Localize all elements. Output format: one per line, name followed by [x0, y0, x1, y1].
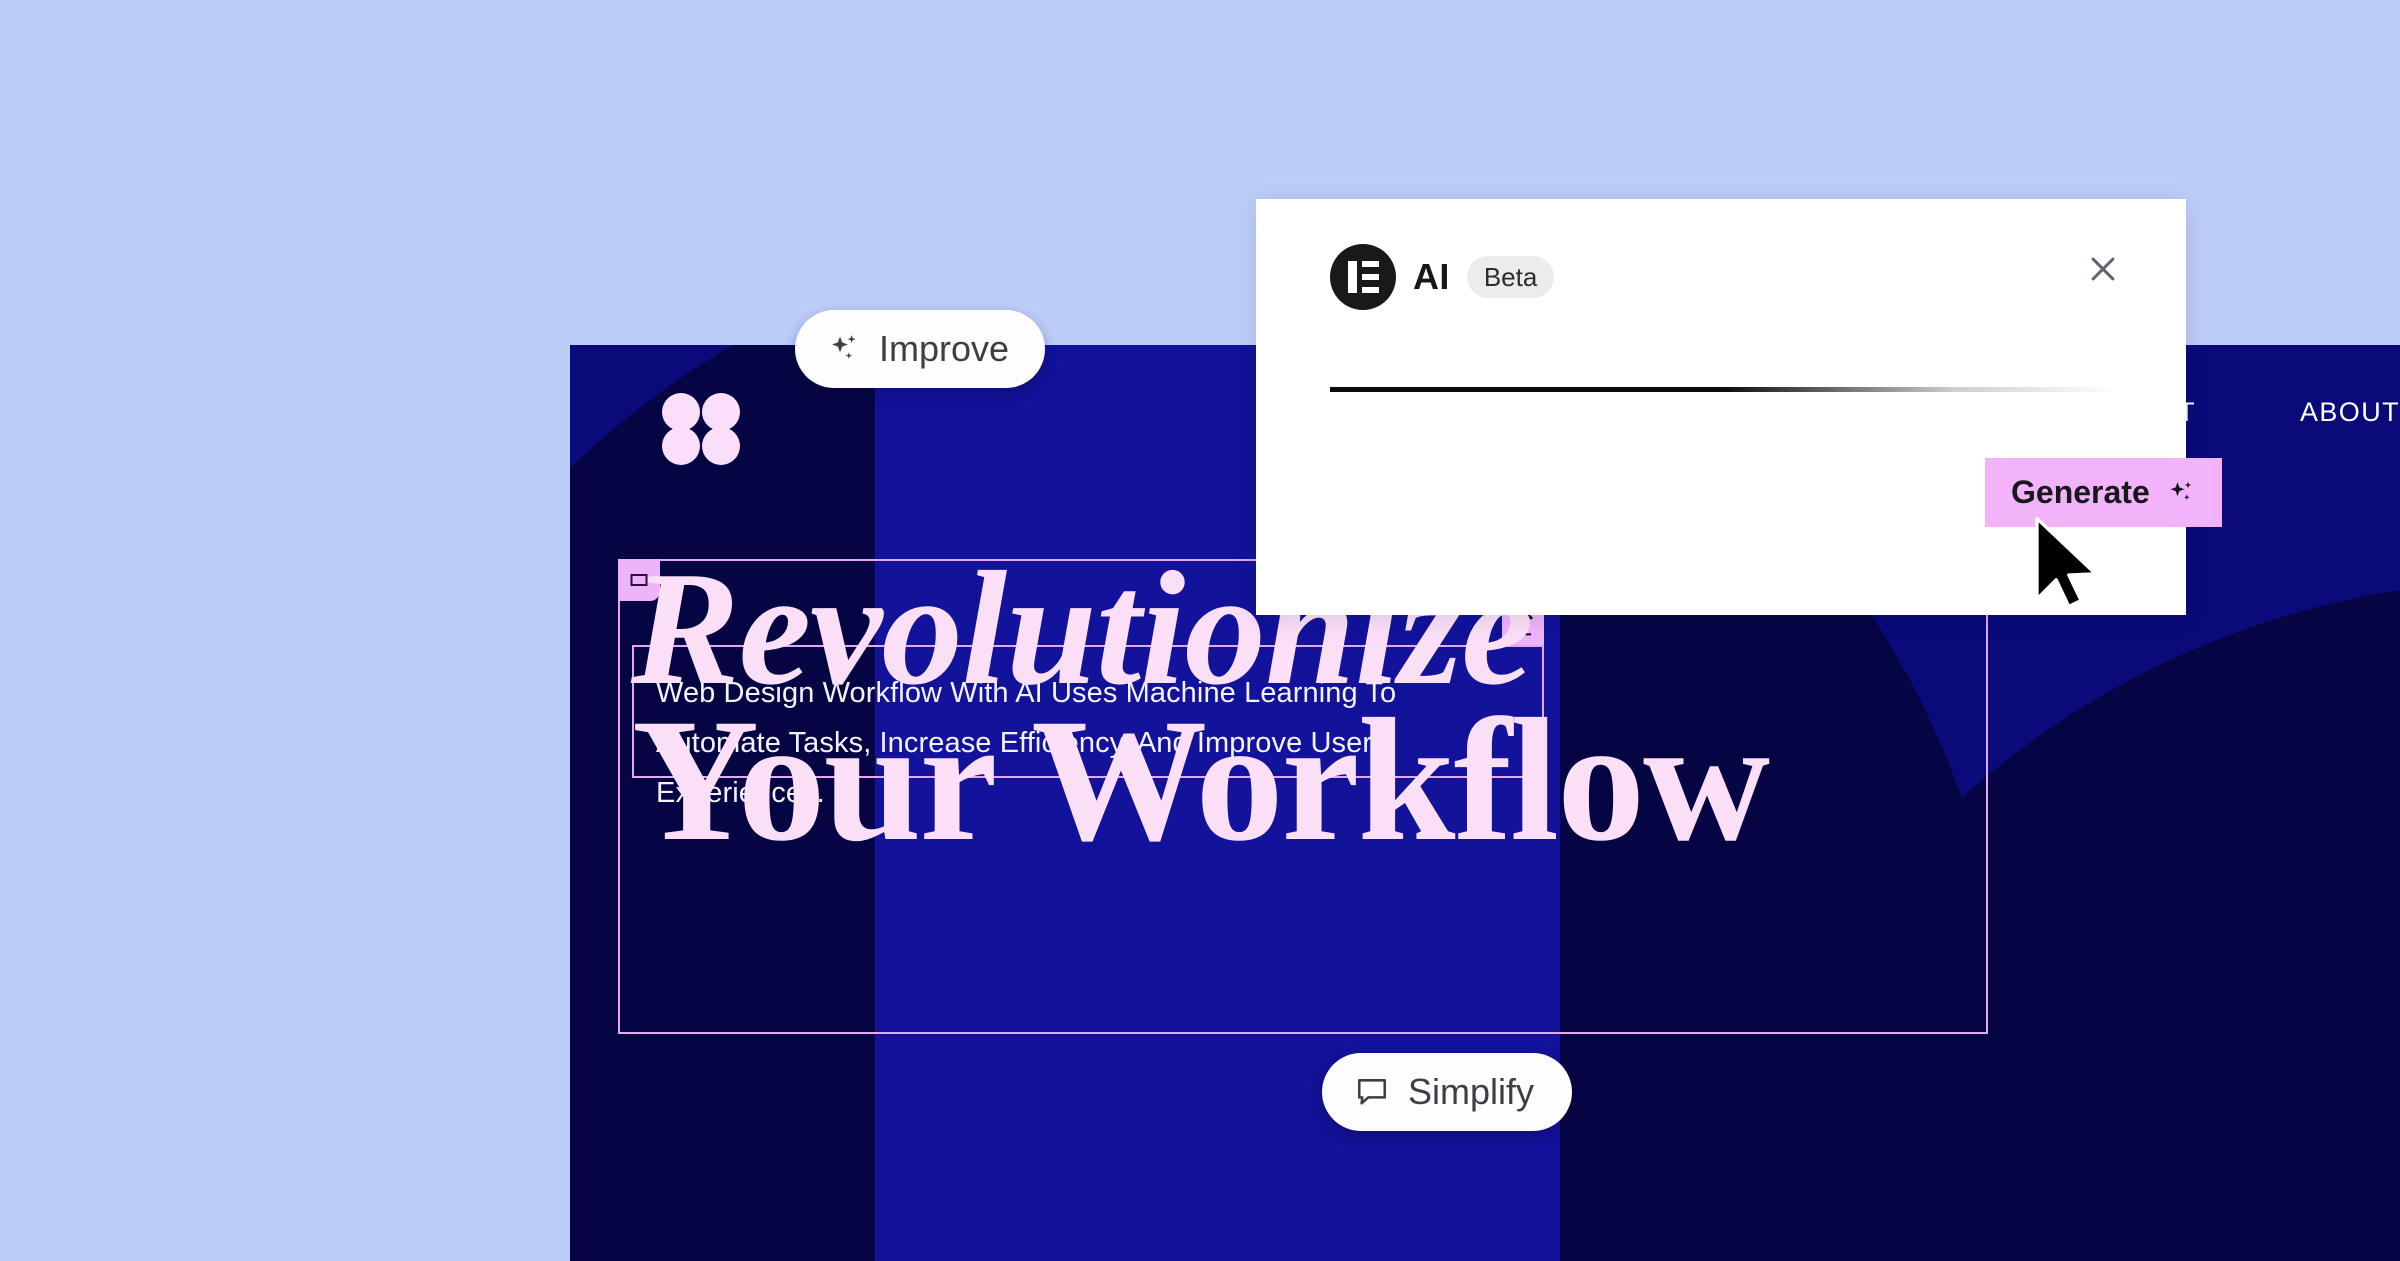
container-handle[interactable] [618, 559, 660, 601]
ai-panel: AI Beta Generate [1256, 199, 2222, 615]
improve-button-label: Improve [879, 328, 1010, 369]
logo-bar-vertical [1348, 261, 1357, 293]
ai-panel-title: AI [1413, 256, 1450, 297]
four-dots-logo[interactable] [662, 393, 740, 465]
hero-paragraph: Web Design Workflow With AI Uses Machine… [656, 677, 1397, 809]
logo-bar-horizontal [1362, 274, 1379, 280]
ai-panel-header: AI Beta [1330, 244, 1555, 310]
simplify-button[interactable]: Simplify [1322, 1053, 1573, 1131]
simplify-button-label: Simplify [1408, 1071, 1535, 1112]
screenshot-root: ENT ABOUT Revolutionize Your Workflow [0, 0, 2400, 1261]
container-icon [630, 574, 648, 586]
logo-bar-horizontal [1362, 261, 1379, 267]
generate-button-label: Generate [2011, 474, 2150, 510]
prompt-input-underline[interactable] [1330, 387, 2114, 392]
beta-badge: Beta [1466, 256, 1555, 298]
logo-bar-horizontal [1362, 287, 1379, 293]
logo-dot [662, 427, 700, 465]
sparkles-icon [832, 335, 856, 359]
paragraph-selection-box[interactable]: Web Design Workflow With AI Uses Machine… [632, 603, 1544, 809]
generate-button[interactable]: Generate [1985, 458, 2222, 527]
logo-dot [702, 393, 740, 431]
elementor-logo [1330, 244, 1396, 310]
close-icon[interactable] [2080, 246, 2126, 292]
sparkles-icon [2170, 481, 2191, 500]
logo-dot [702, 427, 740, 465]
improve-button[interactable]: Improve [795, 310, 1046, 388]
nav-link-about[interactable]: ABOUT [2300, 397, 2400, 428]
speech-bubble-icon [1357, 1079, 1387, 1105]
logo-dot [662, 393, 700, 431]
